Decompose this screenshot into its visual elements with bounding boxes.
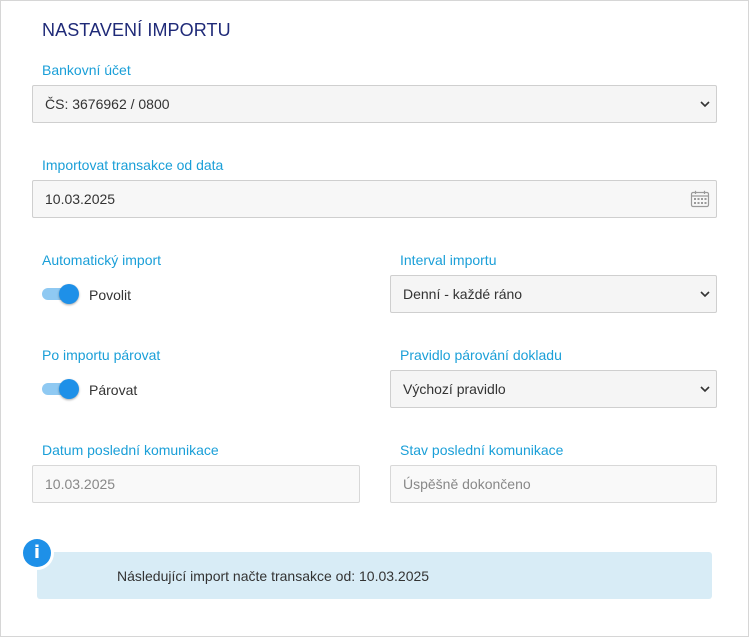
page-title: NASTAVENÍ IMPORTU xyxy=(42,20,231,40)
chevron-down-icon xyxy=(700,291,710,298)
chevron-down-icon xyxy=(700,386,710,393)
toggle-knob xyxy=(59,284,79,304)
last-comm-date-field: 10.03.2025 xyxy=(32,465,360,503)
last-comm-status-value: Úspěšně dokončeno xyxy=(403,476,531,492)
chevron-down-icon xyxy=(700,101,710,108)
last-comm-status-label: Stav poslední komunikace xyxy=(400,442,564,458)
info-text: Následující import načte transakce od: 1… xyxy=(117,568,430,584)
last-comm-status-field: Úspěšně dokončeno xyxy=(390,465,717,503)
import-from-date-value: 10.03.2025 xyxy=(45,191,116,207)
matching-rule-value: Výchozí pravidlo xyxy=(403,381,506,397)
matching-rule-select[interactable]: Výchozí pravidlo xyxy=(390,370,717,408)
info-icon-glyph: i xyxy=(23,539,51,567)
import-interval-label: Interval importu xyxy=(400,252,497,268)
bank-account-label: Bankovní účet xyxy=(42,62,131,78)
matching-rule-label: Pravidlo párování dokladu xyxy=(400,347,562,363)
last-comm-date-value: 10.03.2025 xyxy=(45,476,116,492)
match-after-import-label: Po importu párovat xyxy=(42,347,161,363)
info-icon: i xyxy=(20,536,54,570)
match-after-import-toggle-label: Párovat xyxy=(89,382,138,398)
auto-import-toggle-label: Povolit xyxy=(89,287,132,303)
import-interval-value: Denní - každé ráno xyxy=(403,286,523,302)
toggle-knob xyxy=(59,379,79,399)
auto-import-toggle[interactable] xyxy=(42,284,80,304)
calendar-icon[interactable] xyxy=(690,190,710,208)
import-interval-select[interactable]: Denní - každé ráno xyxy=(390,275,717,313)
import-from-date-input[interactable]: 10.03.2025 xyxy=(32,180,717,218)
auto-import-label: Automatický import xyxy=(42,252,162,268)
import-from-date-label: Importovat transakce od data xyxy=(42,157,224,173)
match-after-import-toggle[interactable] xyxy=(42,379,80,399)
last-comm-date-label: Datum poslední komunikace xyxy=(42,442,219,458)
bank-account-value: ČS: 3676962 / 0800 xyxy=(45,96,170,112)
import-settings-panel: NASTAVENÍ IMPORTU Bankovní účet ČS: 3676… xyxy=(0,0,749,637)
bank-account-select[interactable]: ČS: 3676962 / 0800 xyxy=(32,85,717,123)
